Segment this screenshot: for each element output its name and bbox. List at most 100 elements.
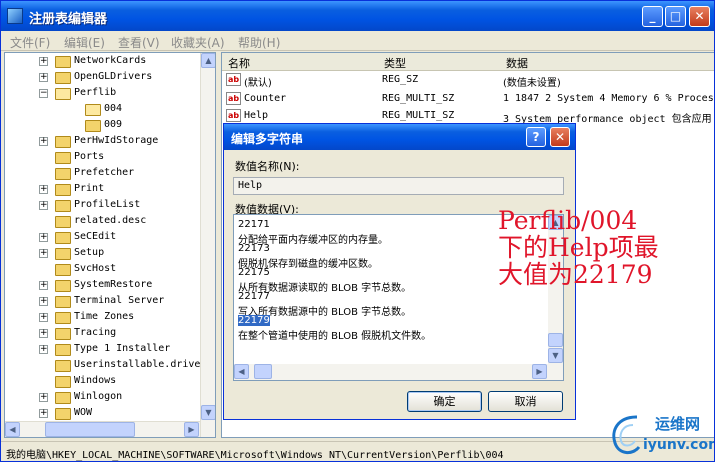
value-name: Counter: [244, 93, 287, 104]
annotation-text: Perflib/004 下的Help项最 大值为22179: [498, 207, 659, 288]
scroll-thumb[interactable]: [45, 422, 135, 437]
expand-icon[interactable]: +: [39, 313, 48, 322]
tree-item[interactable]: + NetworkCards: [5, 54, 215, 70]
column-header-data[interactable]: 数据: [506, 55, 528, 71]
list-row[interactable]: ab Help REG_MULTI_SZ 3 System performanc…: [222, 108, 714, 125]
folder-icon: [55, 152, 71, 164]
text-line: 22175: [238, 267, 270, 278]
close-button[interactable]: ✕: [689, 6, 710, 27]
expand-icon[interactable]: +: [39, 233, 48, 242]
expand-icon[interactable]: +: [39, 185, 48, 194]
tree-item[interactable]: + Type 1 Installer: [5, 342, 215, 358]
value-name-text: Help: [238, 180, 263, 191]
value-name-label: 数值名称(N):: [235, 160, 300, 173]
tree-item-label: SeCEdit: [74, 231, 117, 242]
tree-item[interactable]: + Time Zones: [5, 310, 215, 326]
minimize-button[interactable]: _: [642, 6, 663, 27]
list-row[interactable]: ab (默认) REG_SZ (数值未设置): [222, 72, 714, 89]
tree-item[interactable]: + ProfileList: [5, 198, 215, 214]
folder-icon: [55, 200, 71, 212]
expand-icon[interactable]: +: [39, 201, 48, 210]
expand-icon[interactable]: +: [39, 297, 48, 306]
column-header-name[interactable]: 名称: [228, 55, 250, 71]
tree-item-label: Prefetcher: [74, 167, 135, 178]
expand-icon[interactable]: +: [39, 329, 48, 338]
data-horizontal-scrollbar[interactable]: ◀ ▶: [234, 364, 563, 380]
menu-help[interactable]: 帮助(H): [238, 34, 280, 51]
expand-icon[interactable]: +: [39, 57, 48, 66]
tree-item[interactable]: − Perflib: [5, 86, 215, 102]
folder-icon: [55, 360, 71, 372]
string-value-icon: ab: [226, 73, 241, 86]
registry-key-tree[interactable]: + NetworkCards + OpenGLDrivers − Perflib 004 00…: [4, 52, 216, 438]
list-row[interactable]: ab Counter REG_MULTI_SZ 1 1847 2 System …: [222, 91, 714, 107]
folder-icon: [55, 232, 71, 244]
tree-item[interactable]: + SeCEdit: [5, 230, 215, 246]
dialog-title-bar[interactable]: 编辑多字符串 ? ✕: [224, 124, 575, 150]
cancel-button[interactable]: 取消: [488, 391, 563, 412]
tree-item-label: Perflib: [74, 87, 117, 98]
window-title: 注册表编辑器: [29, 12, 108, 27]
help-icon[interactable]: ?: [526, 127, 546, 147]
value-type: REG_MULTI_SZ: [382, 110, 455, 121]
scroll-down-arrow-icon[interactable]: ▼: [548, 348, 563, 363]
tree-item-label: Winlogon: [74, 391, 123, 402]
tree-item-label: Setup: [74, 247, 105, 258]
expand-icon[interactable]: +: [39, 281, 48, 290]
menu-view[interactable]: 查看(V): [118, 34, 160, 51]
expand-icon[interactable]: +: [39, 249, 48, 258]
scroll-left-arrow-icon[interactable]: ◀: [5, 422, 20, 437]
dialog-title: 编辑多字符串: [231, 132, 304, 146]
menu-bar: 文件(F) 编辑(E) 查看(V) 收藏夹(A) 帮助(H): [1, 31, 714, 51]
expand-icon[interactable]: +: [39, 345, 48, 354]
scroll-thumb[interactable]: [548, 333, 563, 347]
scroll-down-arrow-icon[interactable]: ▼: [201, 405, 215, 420]
tree-item[interactable]: + Print: [5, 182, 215, 198]
tree-item[interactable]: + WOW: [5, 406, 215, 422]
annotation-line: 下的Help项最: [498, 233, 659, 262]
tree-item[interactable]: Windows: [5, 374, 215, 390]
expand-icon[interactable]: +: [39, 73, 48, 82]
tree-item[interactable]: + OpenGLDrivers: [5, 70, 215, 86]
column-header-type[interactable]: 类型: [384, 55, 406, 71]
collapse-icon[interactable]: −: [39, 89, 48, 98]
tree-item[interactable]: + Terminal Server: [5, 294, 215, 310]
menu-favorites[interactable]: 收藏夹(A): [171, 34, 225, 51]
menu-edit[interactable]: 编辑(E): [64, 34, 105, 51]
scroll-thumb[interactable]: [254, 364, 272, 379]
tree-item-label: PerHwIdStorage: [74, 135, 159, 146]
tree-horizontal-scrollbar[interactable]: ◀ ▶: [5, 421, 200, 437]
folder-icon: [55, 136, 71, 148]
expand-icon[interactable]: +: [39, 393, 48, 402]
tree-vertical-scrollbar[interactable]: ▲ ▼: [200, 53, 215, 437]
tree-item[interactable]: 009: [5, 118, 215, 134]
folder-icon: [55, 376, 71, 388]
tree-item[interactable]: related.desc: [5, 214, 215, 230]
tree-item[interactable]: + Tracing: [5, 326, 215, 342]
text-line: 在整个管道中使用的 BLOB 假脱机文件数。: [238, 331, 432, 342]
tree-item[interactable]: Ports: [5, 150, 215, 166]
ok-button[interactable]: 确定: [407, 391, 482, 412]
tree-item[interactable]: Userinstallable.drive: [5, 358, 215, 374]
logo-text-domain: iyunv.com: [643, 437, 715, 453]
tree-item[interactable]: + Winlogon: [5, 390, 215, 406]
tree-item-label: SystemRestore: [74, 279, 153, 290]
dialog-close-button[interactable]: ✕: [550, 127, 570, 147]
folder-icon: [55, 344, 71, 356]
annotation-line: Perflib/004: [498, 206, 638, 235]
tree-item[interactable]: SvcHost: [5, 262, 215, 278]
expand-icon[interactable]: +: [39, 137, 48, 146]
tree-item[interactable]: + PerHwIdStorage: [5, 134, 215, 150]
scroll-left-arrow-icon[interactable]: ◀: [234, 364, 249, 379]
scroll-right-arrow-icon[interactable]: ▶: [532, 364, 547, 379]
scroll-right-arrow-icon[interactable]: ▶: [184, 422, 199, 437]
tree-item[interactable]: + Setup: [5, 246, 215, 262]
title-bar[interactable]: 注册表编辑器 _ □ ✕: [1, 1, 714, 31]
scroll-up-arrow-icon[interactable]: ▲: [201, 53, 215, 68]
maximize-button[interactable]: □: [665, 6, 686, 27]
tree-item[interactable]: + SystemRestore: [5, 278, 215, 294]
tree-item[interactable]: 004: [5, 102, 215, 118]
expand-icon[interactable]: +: [39, 409, 48, 418]
menu-file[interactable]: 文件(F): [10, 34, 50, 51]
tree-item[interactable]: Prefetcher: [5, 166, 215, 182]
